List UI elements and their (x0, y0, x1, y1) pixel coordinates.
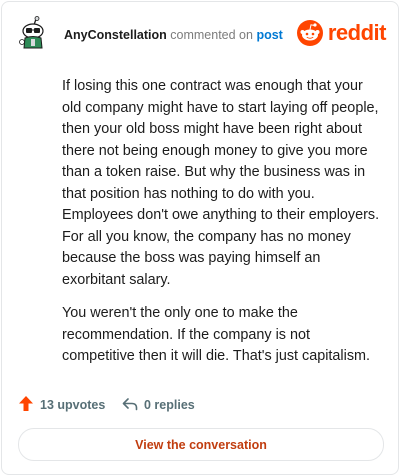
reddit-wordmark: reddit (327, 20, 387, 45)
upvotes-label: 13 upvotes (40, 398, 106, 412)
comment-header: AnyConstellation commented on post reddi… (18, 16, 387, 52)
reply-arrow-icon (122, 397, 144, 414)
upvotes-stat[interactable]: 13 upvotes (18, 394, 105, 416)
snoo-avatar-icon[interactable] (18, 16, 50, 50)
reddit-logo-icon (296, 20, 323, 46)
comment-paragraph: You weren't the only one to make the rec… (62, 305, 371, 364)
view-conversation-button[interactable]: View the conversation (18, 428, 384, 461)
comment-body: If losing this one contract was enough t… (62, 76, 384, 380)
reddit-brand[interactable]: reddit (296, 20, 387, 46)
meta-verb: commented on (170, 28, 253, 42)
comment-meta: AnyConstellation commented on post (64, 28, 283, 42)
comment-embed-card: AnyConstellation commented on post reddi… (1, 1, 399, 475)
replies-label: 0 replies (144, 398, 195, 412)
upvote-arrow-icon (18, 395, 40, 415)
replies-stat[interactable]: 0 replies (122, 394, 195, 416)
comment-footer: 13 upvotes 0 replies (18, 394, 378, 416)
comment-paragraph: If losing this one contract was enough t… (62, 78, 380, 288)
post-link[interactable]: post (256, 28, 282, 42)
username-link[interactable]: AnyConstellation (64, 28, 167, 42)
